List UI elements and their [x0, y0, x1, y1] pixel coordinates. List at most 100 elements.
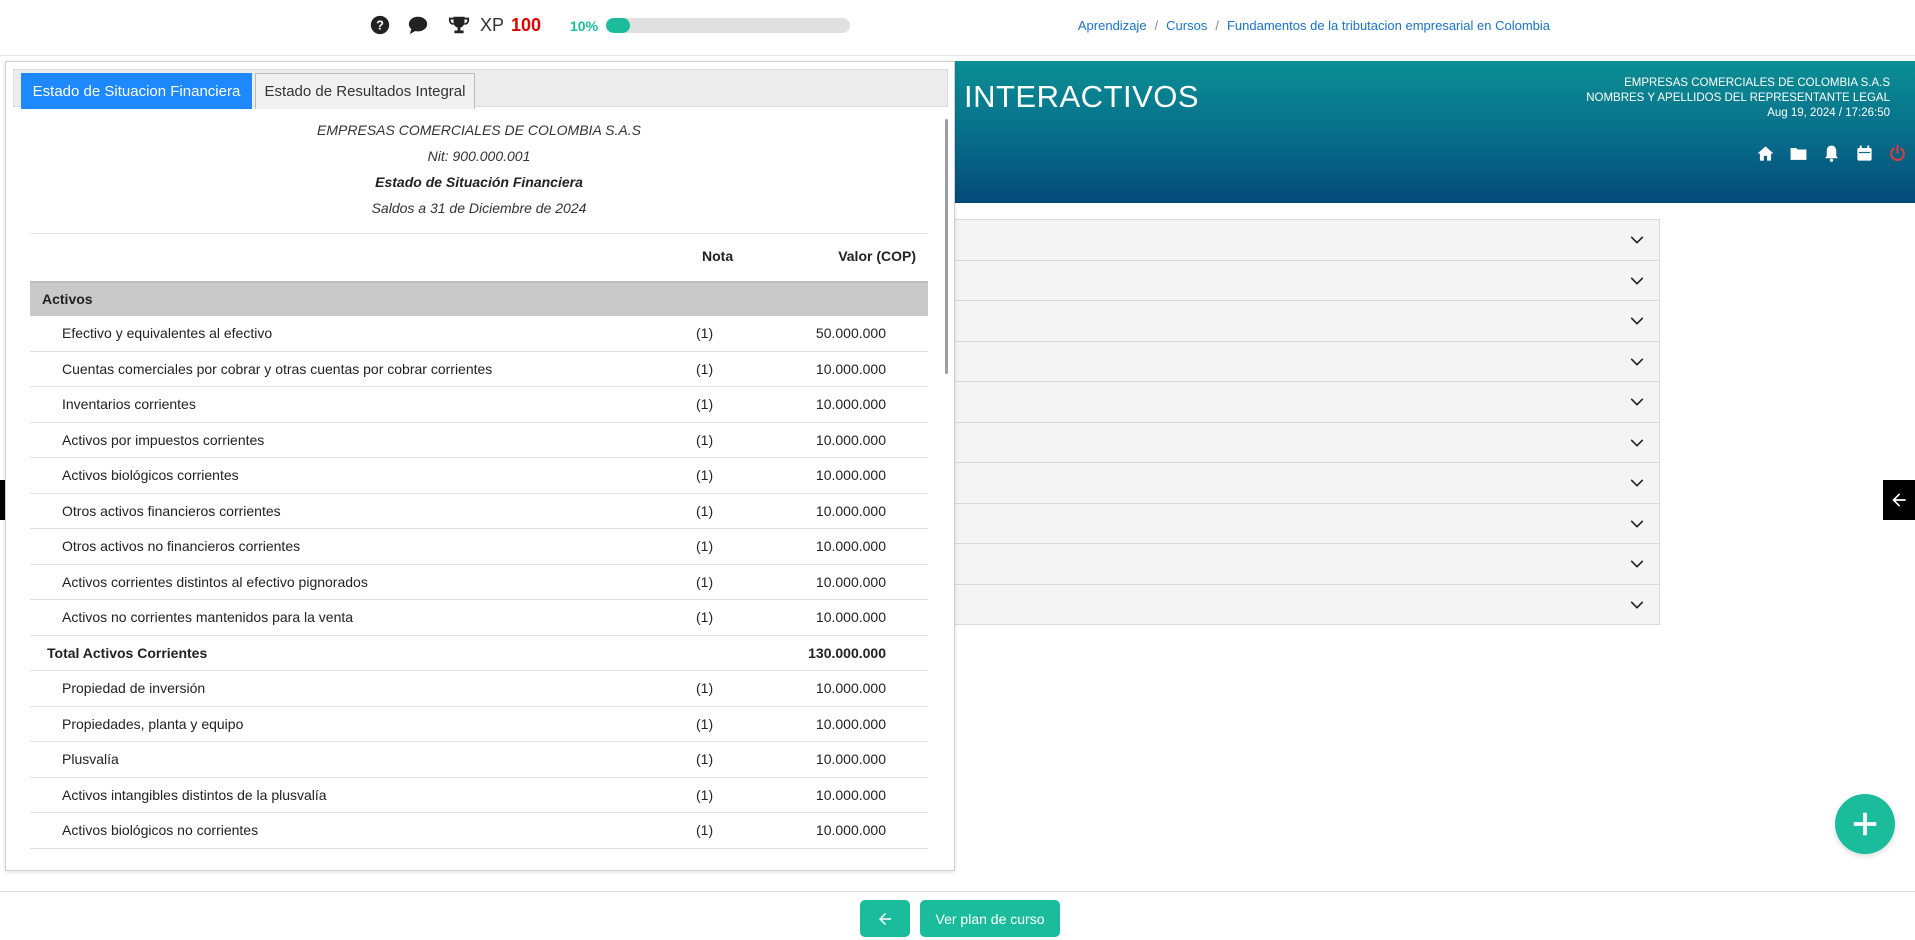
- row-nota: (1): [696, 467, 714, 483]
- home-icon[interactable]: [1756, 144, 1775, 163]
- accordion-item[interactable]: [951, 543, 1659, 584]
- header-title: INTERACTIVOS: [964, 79, 1200, 114]
- table-row: Propiedades, planta y equipo (1) 10.000.00…: [30, 707, 928, 742]
- row-nota: (1): [696, 786, 714, 803]
- progress-percent: 10%: [570, 18, 599, 34]
- header-icon-bar: [1756, 144, 1915, 163]
- row-label: Activos intangibles distintos de la plus…: [62, 786, 327, 803]
- row-label: Activos por impuestos corrientes: [62, 431, 265, 448]
- chevron-down-icon: [1630, 439, 1644, 446]
- chevron-down-icon: [1630, 358, 1644, 365]
- table-row: Activos no corrientes mantenidos para la…: [30, 600, 928, 636]
- row-valor: 10.000.000: [815, 715, 886, 732]
- row-valor: 50.000.000: [815, 325, 886, 341]
- row-label: Plusvalía: [62, 751, 119, 767]
- chevron-down-icon: [1630, 601, 1644, 608]
- row-nota: (1): [696, 715, 714, 732]
- xp-value: 100: [511, 15, 542, 35]
- table-row: Otros activos no financieros corrientes (…: [30, 529, 928, 565]
- chevron-down-icon: [1630, 520, 1644, 527]
- report-company: EMPRESAS COMERCIALES DE COLOMBIA S.A.S: [317, 122, 641, 138]
- row-valor: 10.000.000: [815, 431, 886, 448]
- chevron-down-icon: [1630, 479, 1644, 487]
- arrow-left-icon: [879, 912, 891, 925]
- row-nota: (1): [696, 325, 714, 341]
- header-datetime: Aug 19, 2024 / 17:26:50: [1767, 107, 1890, 119]
- add-button[interactable]: [1835, 794, 1895, 854]
- row-label: Inventarios corrientes: [62, 396, 196, 412]
- top-bar: ? XP 100 10% Aprendizaje / Cursos / Fund…: [0, 0, 1915, 56]
- column-header-nota: Nota: [702, 248, 734, 264]
- table-row: Inventarios corrientes (1) 10.000.000: [30, 387, 928, 423]
- row-nota: (1): [696, 360, 714, 377]
- accordion-item[interactable]: [951, 300, 1659, 341]
- statement-scroll-area[interactable]: EMPRESAS COMERCIALES DE COLOMBIA S.A.S N…: [30, 117, 928, 867]
- report-period: Saldos a 31 de Diciembre de 2024: [371, 200, 587, 216]
- row-label: Propiedad de inversión: [62, 680, 206, 696]
- breadcrumb-separator: /: [1154, 18, 1159, 33]
- accordion-item[interactable]: [951, 381, 1659, 422]
- help-icon[interactable]: ?: [369, 14, 391, 36]
- power-icon[interactable]: [1888, 144, 1907, 163]
- row-valor: 10.000.000: [815, 609, 886, 625]
- tab-estado-resultados-integral[interactable]: Estado de Resultados Integral: [255, 73, 475, 109]
- row-nota: (1): [696, 822, 714, 838]
- statement-tabs: Estado de Situacion Financiera Estado de…: [13, 69, 948, 109]
- open-panel-right-button[interactable]: [1883, 480, 1915, 520]
- row-valor: 10.000.000: [815, 538, 886, 554]
- scrollbar[interactable]: [945, 119, 948, 374]
- back-button[interactable]: [860, 900, 910, 937]
- calendar-icon[interactable]: [1855, 144, 1874, 163]
- row-label: Efectivo y equivalentes al efectivo: [62, 325, 273, 341]
- accordion-item[interactable]: [951, 583, 1659, 624]
- table-row: Otros activos financieros corrientes (1) 1…: [30, 494, 928, 529]
- row-nota: (1): [696, 396, 714, 412]
- row-label: Propiedades, planta y equipo: [62, 715, 244, 732]
- tab-estado-situacion-financiera[interactable]: Estado de Situacion Financiera: [21, 73, 252, 109]
- breadcrumb-aprendizaje[interactable]: Aprendizaje: [1078, 18, 1147, 33]
- table-row: Efectivo y equivalentes al efectivo (1) 50…: [30, 316, 928, 352]
- accordion-item[interactable]: [951, 462, 1659, 503]
- arrow-left-icon: [1892, 493, 1906, 507]
- progress-bar: [606, 18, 850, 33]
- module-accordion: [950, 219, 1660, 625]
- folder-icon[interactable]: [1789, 144, 1808, 163]
- row-nota: (1): [696, 538, 714, 554]
- breadcrumb-cursos[interactable]: Cursos: [1166, 18, 1207, 33]
- table-row: Plusvalía (1) 10.000.000: [30, 742, 928, 778]
- accordion-item[interactable]: [951, 340, 1659, 381]
- accordion-item[interactable]: [951, 502, 1659, 543]
- row-nota: (1): [696, 431, 714, 448]
- chat-icon[interactable]: [407, 14, 429, 36]
- table-row: Activos biológicos corrientes (1) 10.000.0…: [30, 458, 928, 494]
- breadcrumb-course[interactable]: Fundamentos de la tributacion empresaria…: [1227, 18, 1550, 33]
- plus-icon: [1853, 812, 1877, 836]
- accordion-item[interactable]: [951, 259, 1659, 300]
- row-nota: (1): [696, 751, 714, 767]
- financial-statement-panel: Estado de Situacion Financiera Estado de…: [5, 61, 955, 871]
- table-header: Nota Valor (COP): [30, 233, 928, 281]
- total-row: Total Activos Corrientes 130.000.000: [30, 636, 928, 671]
- table-row: Activos biológicos no corrientes (1) 10.00…: [30, 813, 928, 849]
- accordion-item[interactable]: [951, 421, 1659, 462]
- xp-label: XP: [480, 15, 505, 35]
- row-label: Otros activos financieros corrientes: [62, 502, 281, 519]
- report-title: Estado de Situación Financiera: [375, 174, 583, 190]
- table-row: Activos por impuestos corrientes (1) 10.00…: [30, 423, 928, 458]
- row-valor: 10.000.000: [815, 502, 886, 519]
- accordion-item[interactable]: [951, 219, 1659, 260]
- row-valor: 130.000.000: [808, 644, 886, 661]
- row-nota: (1): [696, 609, 714, 625]
- trophy-icon[interactable]: [448, 14, 470, 36]
- svg-text:?: ?: [376, 18, 384, 33]
- breadcrumb-separator: /: [1215, 18, 1219, 33]
- section-header-activos: Activos: [30, 281, 928, 316]
- course-plan-button[interactable]: Ver plan de curso: [920, 900, 1060, 937]
- row-label: Total Activos Corrientes: [47, 644, 208, 661]
- statement-rows: Efectivo y equivalentes al efectivo (1) 50…: [30, 316, 928, 849]
- bell-icon[interactable]: [1822, 144, 1841, 163]
- row-valor: 10.000.000: [815, 751, 886, 767]
- report-nit: Nit: 900.000.001: [427, 148, 531, 164]
- row-valor: 10.000.000: [815, 573, 886, 590]
- row-valor: 10.000.000: [815, 396, 886, 412]
